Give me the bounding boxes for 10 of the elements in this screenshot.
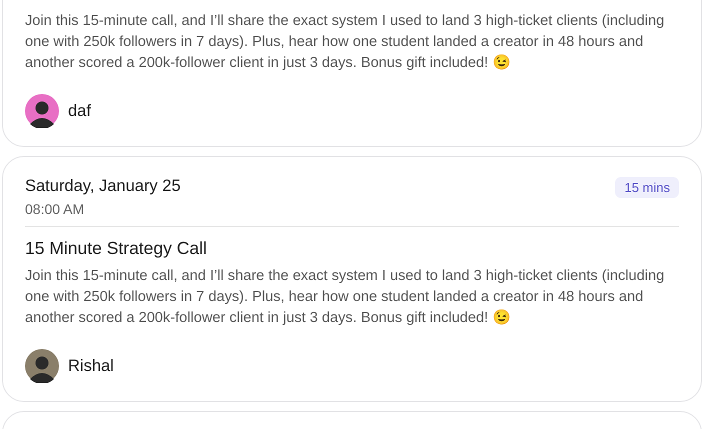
host-name: daf (68, 102, 91, 120)
session-date: Saturday, January 25 (25, 177, 181, 196)
session-time: 08:00 AM (25, 201, 86, 217)
session-title: 15 Minute Strategy Call (25, 238, 208, 259)
duration-badge: 15 mins (615, 177, 679, 198)
host-name: Rishal (68, 356, 114, 376)
session-description: Join this 15-minute call, and I’ll share the exact system I used to land 3 high-ticket clients (including one with 250k followers in 7 days). Plus, hear how one student landed a creator in 48 hours and another scored a 200k-follower client in just 3 days. Bonus gift included! 😉 (25, 12, 665, 73)
session-card[interactable] (2, 156, 702, 402)
session-card[interactable] (2, 0, 702, 147)
session-description: Join this 15-minute call, and I’ll share the exact system I used to land 3 high-ticket clients (including one with 250k followers in 7 days). Plus, hear how one student landed a creator in 48 hours and another scored a 200k-follower client in just 3 days. Bonus gift included! 😉 (25, 267, 665, 328)
